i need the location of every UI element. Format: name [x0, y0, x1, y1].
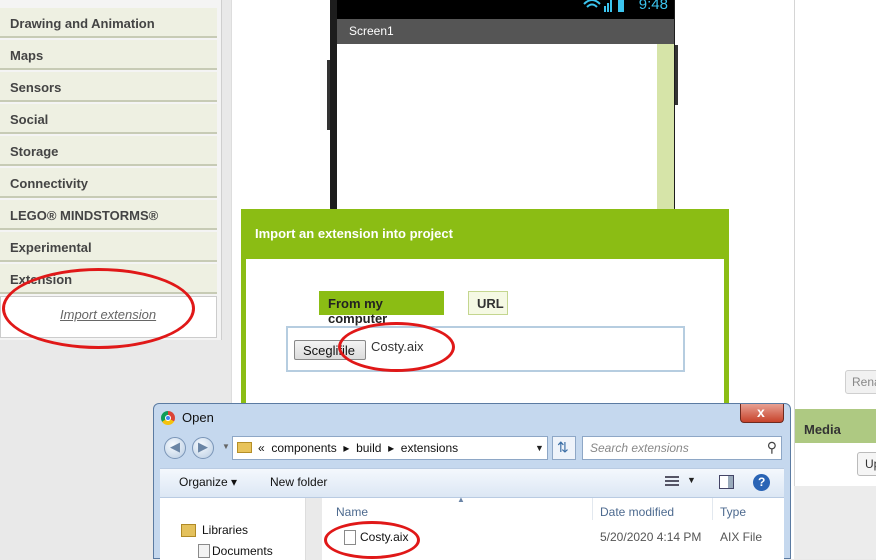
back-arrow-icon: ◀ — [170, 439, 180, 454]
palette-category-storage[interactable]: Storage — [0, 136, 217, 166]
wifi-signal-battery-icon — [583, 0, 624, 12]
palette-category-experimental[interactable]: Experimental — [0, 232, 217, 262]
rename-button[interactable]: Rena — [845, 370, 876, 394]
dialog-title: Open — [182, 410, 214, 425]
file-input[interactable]: Sceglifile Costy.aix — [286, 326, 685, 372]
navigation-pane: Libraries Documents — [160, 498, 306, 560]
file-row-name[interactable]: Costy.aix — [360, 530, 408, 544]
category-label: Extension — [10, 272, 73, 287]
category-label: Sensors — [10, 80, 62, 95]
tab-from-my-computer[interactable]: From my computer — [319, 291, 444, 326]
tab-url[interactable]: URL — [468, 291, 508, 315]
dialog-title: Import an extension into project — [255, 226, 453, 241]
file-list: ▲ Name Date modified Type Costy.aix 5/20… — [322, 495, 784, 560]
new-folder-button[interactable]: New folder — [270, 475, 327, 489]
tab-label: URL — [477, 296, 504, 311]
chosen-file-name: Costy.aix — [371, 339, 424, 354]
rename-label: Rena — [852, 375, 876, 389]
phone-status-bar: 9:48 — [337, 0, 674, 19]
refresh-icon: ⇅ — [557, 439, 569, 455]
palette-category-lego-mindstorms[interactable]: LEGO® MINDSTORMS® — [0, 200, 217, 230]
palette-category-sensors[interactable]: Sensors — [0, 72, 217, 102]
search-placeholder: Search extensions — [590, 441, 689, 455]
category-label: Drawing and Animation — [10, 16, 155, 31]
back-button[interactable]: ◀ — [164, 437, 186, 459]
refresh-button[interactable]: ⇅ — [552, 436, 576, 460]
upload-button[interactable]: Up — [857, 452, 876, 476]
media-header: Media — [795, 409, 876, 443]
column-header-type[interactable]: Type — [720, 505, 746, 519]
help-icon[interactable]: ? — [753, 474, 770, 491]
navigation-scrollbar[interactable] — [305, 498, 323, 560]
choose-file-label: Sceglifile — [303, 343, 356, 358]
folder-icon — [237, 442, 252, 453]
phone-screen[interactable] — [337, 44, 657, 214]
category-label: Maps — [10, 48, 44, 63]
file-icon — [344, 530, 356, 545]
address-bar[interactable]: « components ▸ build ▸ extensions ▼ — [232, 436, 548, 460]
forward-arrow-icon: ▶ — [198, 439, 208, 454]
column-header-name[interactable]: Name — [336, 505, 368, 519]
preview-pane-icon[interactable] — [719, 475, 734, 489]
search-input[interactable]: Search extensions ⚲ — [582, 436, 782, 460]
screen-title-bar: Screen1 — [337, 19, 674, 44]
sort-arrow-icon: ▲ — [457, 495, 465, 504]
palette-category-social[interactable]: Social — [0, 104, 217, 134]
close-icon: x — [757, 404, 765, 420]
address-path[interactable]: « components ▸ build ▸ extensions — [258, 441, 458, 455]
forward-button[interactable]: ▶ — [192, 437, 214, 459]
documents-icon — [198, 544, 210, 558]
file-row-date: 5/20/2020 4:14 PM — [600, 530, 702, 544]
column-divider[interactable] — [712, 498, 713, 520]
import-extension-link[interactable]: Import extension — [60, 307, 156, 322]
phone-screen-scrollbar[interactable] — [657, 44, 674, 214]
palette-category-drawing-and-animation[interactable]: Drawing and Animation — [0, 8, 217, 38]
category-label: LEGO® MINDSTORMS® — [10, 208, 159, 223]
view-options-chevron-icon[interactable]: ▼ — [687, 475, 696, 485]
nav-item-documents[interactable]: Documents — [212, 544, 273, 558]
category-label: Storage — [10, 144, 59, 159]
open-file-dialog: Open x ◀ ▶ ▼ « components ▸ build ▸ exte… — [153, 403, 791, 560]
column-divider[interactable] — [592, 498, 593, 520]
import-extension-box: Import extension — [0, 296, 217, 338]
address-dropdown-icon[interactable]: ▼ — [535, 443, 544, 453]
media-label: Media — [804, 422, 841, 437]
column-header-date-modified[interactable]: Date modified — [600, 505, 674, 519]
upload-label: Up — [865, 457, 876, 471]
palette-category-maps[interactable]: Maps — [0, 40, 217, 70]
category-label: Social — [10, 112, 49, 127]
palette-category-connectivity[interactable]: Connectivity — [0, 168, 217, 198]
tab-label: From my computer — [328, 296, 388, 326]
change-view-icon[interactable] — [665, 476, 679, 488]
recent-locations-chevron-icon[interactable]: ▼ — [222, 442, 230, 451]
organize-button[interactable]: Organize ▾ — [179, 475, 237, 489]
category-label: Experimental — [10, 240, 92, 255]
screen-title: Screen1 — [349, 24, 394, 38]
choose-file-button[interactable]: Sceglifile — [294, 340, 366, 360]
nav-item-libraries[interactable]: Libraries — [202, 523, 248, 537]
palette-category-extension[interactable]: Extension — [0, 264, 217, 294]
component-palette: Drawing and Animation Maps Sensors Socia… — [0, 0, 222, 340]
dialog-toolbar: Organize ▾ New folder ▼ ? — [160, 468, 784, 498]
chrome-icon — [161, 411, 175, 425]
close-button[interactable]: x — [740, 404, 784, 423]
phone-clock: 9:48 — [638, 0, 668, 13]
libraries-icon — [181, 524, 196, 537]
search-icon[interactable]: ⚲ — [767, 439, 777, 456]
category-label: Connectivity — [10, 176, 89, 191]
file-row-type: AIX File — [720, 530, 763, 544]
